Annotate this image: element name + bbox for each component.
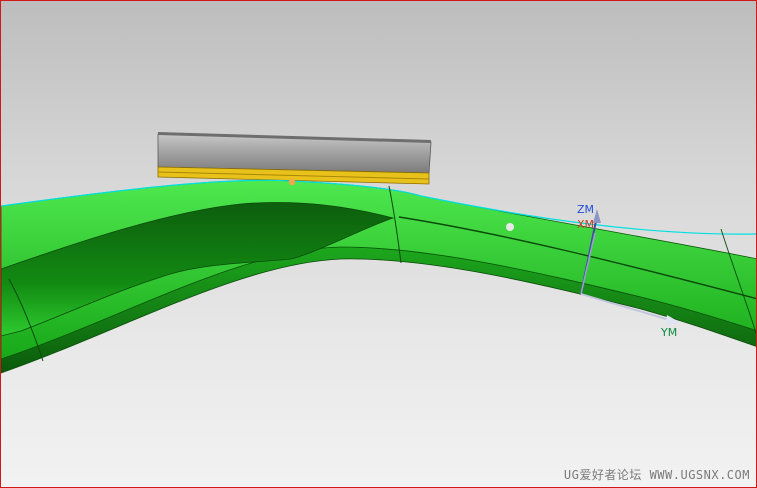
csys-y-label: YM (660, 326, 677, 339)
swept-body[interactable] (1, 178, 757, 374)
disc-part[interactable] (157, 132, 432, 185)
forum-watermark: UG爱好者论坛 WWW.UGSNX.COM (563, 468, 750, 482)
point-marker[interactable] (288, 178, 296, 186)
csys-z-arrow (593, 209, 601, 223)
point-marker[interactable] (506, 223, 514, 231)
csys-z-label: ZM (577, 203, 594, 216)
graphics-viewport[interactable]: ZM XM YM UG爱好者论坛 WWW.UGSNX.COM (0, 0, 757, 488)
model-scene[interactable]: ZM XM YM (1, 1, 757, 488)
csys-x-label: XM (577, 218, 594, 231)
